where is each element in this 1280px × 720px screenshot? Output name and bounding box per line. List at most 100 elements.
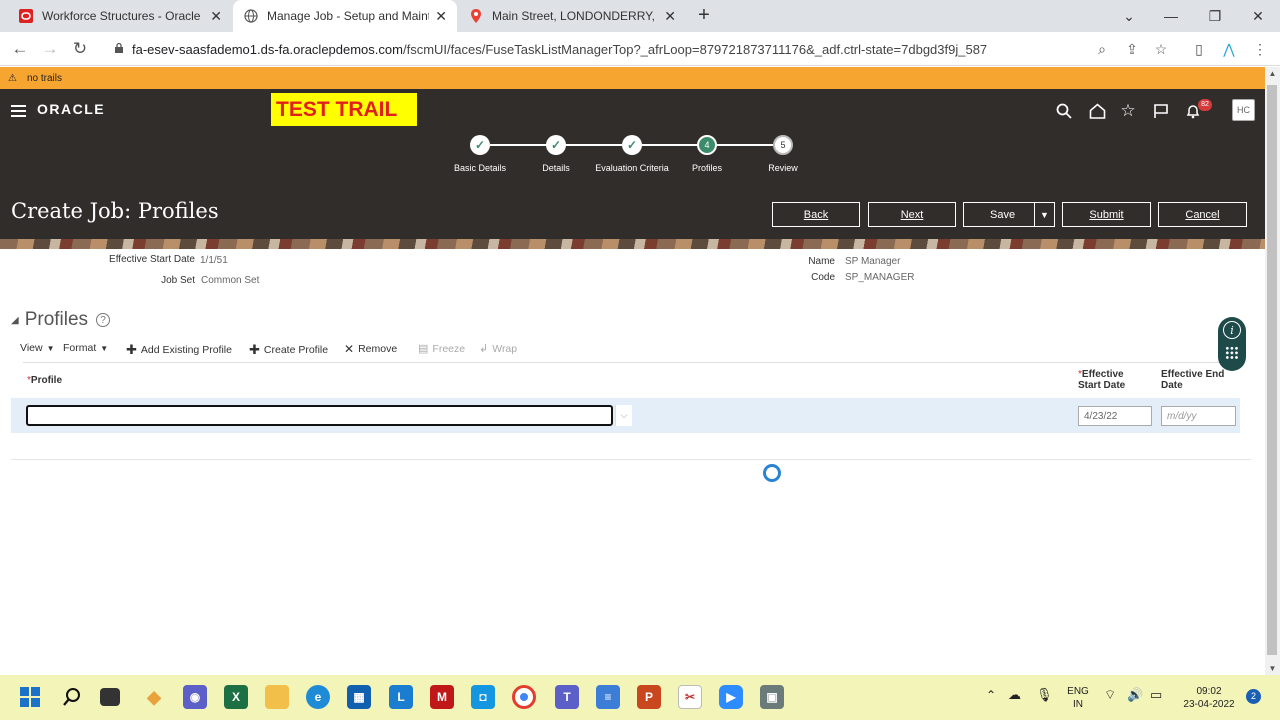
microphone-icon[interactable]: 🎙 xyxy=(1036,688,1053,701)
zoom-app-icon[interactable]: ▶ xyxy=(719,685,743,709)
store-icon[interactable]: ▦ xyxy=(347,685,371,709)
teams-icon[interactable]: T xyxy=(555,685,579,709)
caret-down-icon: ▼ xyxy=(46,343,55,353)
extension-icon[interactable]: ⋀ xyxy=(1220,40,1238,58)
favorites-star-icon[interactable]: ☆ xyxy=(1118,101,1138,121)
wrap-icon: ↲ xyxy=(479,343,489,355)
close-icon[interactable]: ✕ xyxy=(435,8,447,25)
vertical-scrollbar[interactable]: ▲ ▼ xyxy=(1265,67,1280,675)
format-menu[interactable]: Format ▼ xyxy=(63,342,108,354)
column-header-label: Start Date xyxy=(1078,380,1126,391)
cancel-button[interactable]: Cancel xyxy=(1158,202,1247,227)
wrap-button[interactable]: ↲ Wrap xyxy=(479,342,517,356)
close-window-button[interactable]: ✕ xyxy=(1236,0,1280,32)
info-icon[interactable]: i xyxy=(1223,321,1241,339)
home-icon[interactable] xyxy=(1087,101,1107,121)
task-view-icon[interactable] xyxy=(100,688,120,706)
search-icon[interactable] xyxy=(60,685,84,709)
column-header-profile[interactable]: *Profile xyxy=(27,375,62,386)
profiles-section-header[interactable]: ◢ Profiles ? xyxy=(11,309,111,331)
clock[interactable]: 09:02 23-04-2022 xyxy=(1176,685,1242,711)
tab-search-chevron-icon[interactable]: ⌄ xyxy=(1107,0,1151,32)
wifi-icon[interactable]: ⌔ xyxy=(1104,688,1116,701)
mcafee-icon[interactable]: M xyxy=(430,685,454,709)
browser-tab-workforce[interactable]: Workforce Structures - Oracle Fu ✕ xyxy=(8,0,232,32)
minimize-button[interactable]: — xyxy=(1149,0,1193,32)
side-panel-icon[interactable]: ▯ xyxy=(1190,40,1208,58)
hamburger-menu-icon[interactable] xyxy=(11,105,26,117)
view-menu[interactable]: View ▼ xyxy=(20,342,55,354)
powerpoint-icon[interactable]: P xyxy=(637,685,661,709)
caret-down-icon[interactable]: ▼ xyxy=(1034,203,1054,226)
close-icon[interactable]: ✕ xyxy=(664,8,676,25)
new-tab-button[interactable]: + xyxy=(692,4,716,27)
loading-spinner-icon xyxy=(763,464,781,482)
column-header-effective-start-date[interactable]: *Effective Start Date xyxy=(1078,369,1125,391)
zoom-icon[interactable]: ⌕ xyxy=(1093,40,1111,58)
save-button[interactable]: Save ▼ xyxy=(963,202,1055,227)
table-row[interactable]: ⌵ 4/23/22 m/d/yy xyxy=(11,398,1240,433)
cloud-icon[interactable]: ☁ xyxy=(1008,688,1021,701)
collapse-triangle-icon[interactable]: ◢ xyxy=(11,315,19,326)
scroll-down-arrow-icon[interactable]: ▼ xyxy=(1265,664,1280,673)
file-explorer-icon[interactable] xyxy=(265,685,289,709)
notification-badge[interactable]: 2 xyxy=(1246,689,1261,704)
train-stop-profiles[interactable]: 4 xyxy=(697,135,717,155)
notepad-icon[interactable]: ≡ xyxy=(596,685,620,709)
oracle-logo[interactable]: ORACLE xyxy=(37,101,105,117)
windows-start-icon[interactable] xyxy=(18,685,42,709)
add-existing-profile-button[interactable]: ✚ Add Existing Profile xyxy=(126,342,232,358)
close-icon[interactable]: ✕ xyxy=(210,8,222,25)
scroll-up-arrow-icon[interactable]: ▲ xyxy=(1265,69,1280,78)
chrome-icon[interactable] xyxy=(512,685,536,709)
browser-tab-strip: Workforce Structures - Oracle Fu ✕ Manag… xyxy=(0,0,1280,32)
terminal-icon[interactable]: ▣ xyxy=(760,685,784,709)
teams-meet-icon[interactable]: ◉ xyxy=(183,685,207,709)
flag-icon[interactable] xyxy=(1151,101,1171,121)
train-stop-basic-details[interactable]: ✓ xyxy=(470,135,490,155)
remove-button[interactable]: ✕ Remove xyxy=(344,342,397,356)
excel-icon[interactable]: X xyxy=(224,685,248,709)
language-indicator[interactable]: ENG IN xyxy=(1064,685,1092,711)
create-profile-button[interactable]: ✚ Create Profile xyxy=(249,342,328,358)
tray-chevron-icon[interactable]: ⌃ xyxy=(986,689,996,702)
browser-tab-maps[interactable]: Main Street, LONDONDERRY, No ✕ xyxy=(458,0,686,32)
reload-icon[interactable]: ↻ xyxy=(69,38,91,60)
tab-title: Workforce Structures - Oracle Fu xyxy=(42,9,205,23)
user-avatar[interactable]: HC xyxy=(1232,99,1255,121)
url-bar[interactable]: fa-esev-saasfademo1.ds-fa.oraclepdemos.c… xyxy=(108,34,1183,64)
notes-icon[interactable]: ◆ xyxy=(142,685,166,709)
train-stop-evaluation-criteria[interactable]: ✓ xyxy=(622,135,642,155)
volume-icon[interactable]: 🔊 xyxy=(1127,688,1143,701)
scrollbar-thumb[interactable] xyxy=(1267,85,1277,655)
effective-end-date-input[interactable]: m/d/yy xyxy=(1161,406,1236,426)
back-arrow-icon[interactable]: ← xyxy=(9,38,31,60)
help-icon[interactable]: ? xyxy=(96,313,111,327)
menu-dots-icon[interactable]: ⋮ xyxy=(1251,40,1269,58)
grid-dots-icon[interactable] xyxy=(1225,346,1239,360)
battery-icon[interactable]: ▭ xyxy=(1150,688,1162,701)
share-icon[interactable]: ⇪ xyxy=(1123,40,1141,58)
next-button[interactable]: Next xyxy=(868,202,956,227)
remove-label: Remove xyxy=(358,343,398,355)
l-app-icon[interactable]: L xyxy=(389,685,413,709)
search-icon[interactable] xyxy=(1054,101,1074,121)
floating-info-panel[interactable]: i xyxy=(1218,317,1246,371)
browser-tab-manage-job[interactable]: Manage Job - Setup and Mainte ✕ xyxy=(233,0,457,32)
bookmark-star-icon[interactable]: ☆ xyxy=(1152,40,1170,58)
edge-icon[interactable]: e xyxy=(306,685,330,709)
snipping-tool-icon[interactable]: ✂ xyxy=(678,685,702,709)
forward-arrow-icon[interactable]: → xyxy=(39,38,61,60)
back-button[interactable]: Back xyxy=(772,202,860,227)
chevron-down-icon[interactable]: ⌵ xyxy=(615,405,632,426)
freeze-button[interactable]: ▤ Freeze xyxy=(418,342,465,356)
submit-button[interactable]: Submit xyxy=(1062,202,1151,227)
train-stop-review[interactable]: 5 xyxy=(773,135,793,155)
effective-start-date-input[interactable]: 4/23/22 xyxy=(1078,406,1152,426)
table-bottom-divider xyxy=(11,459,1251,460)
outlook-icon[interactable]: ◘ xyxy=(471,685,495,709)
restore-button[interactable]: ❐ xyxy=(1193,0,1237,32)
profile-input[interactable] xyxy=(26,405,613,426)
column-header-effective-end-date[interactable]: Effective End Date xyxy=(1161,369,1224,391)
train-stop-details[interactable]: ✓ xyxy=(546,135,566,155)
